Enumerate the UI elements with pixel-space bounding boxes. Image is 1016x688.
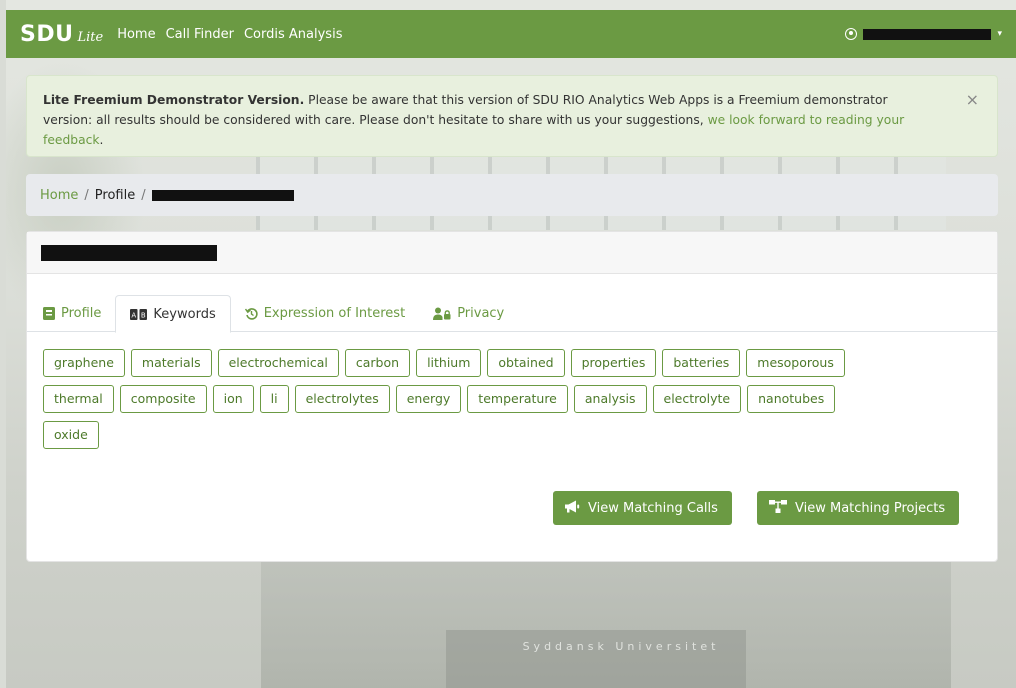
breadcrumb-separator: /	[141, 187, 146, 203]
svg-text:A: A	[132, 311, 137, 319]
tab-expression-of-interest[interactable]: Expression of Interest	[231, 295, 419, 332]
keyword-chip[interactable]: composite	[119, 385, 207, 413]
building-sign: Syddansk Universitet	[522, 640, 720, 653]
tab-label: Keywords	[153, 306, 216, 322]
nav-home[interactable]: Home	[117, 27, 155, 42]
redacted-breadcrumb-name	[151, 189, 294, 201]
keyword-icon: AB	[130, 308, 148, 320]
card-header	[27, 232, 997, 274]
redacted-profile-name	[41, 244, 217, 261]
keyword-chip[interactable]: electrolytes	[294, 385, 390, 413]
redacted-user-name	[863, 28, 992, 40]
view-matching-projects-button[interactable]: View Matching Projects	[757, 491, 959, 525]
navbar: SDU Lite Home Call Finder Cordis Analysi…	[6, 10, 1016, 58]
bullhorn-icon	[565, 500, 580, 517]
tab-profile[interactable]: Profile	[29, 295, 115, 332]
keyword-list: graphene materials electrochemical carbon li…	[43, 349, 943, 457]
keyword-chip[interactable]: oxide	[43, 421, 99, 449]
breadcrumb: Home / Profile /	[26, 174, 998, 216]
keyword-chip[interactable]: lithium	[416, 349, 482, 377]
user-lock-icon	[433, 307, 451, 320]
nav-cordis-analysis[interactable]: Cordis Analysis	[244, 27, 342, 42]
nav-call-finder[interactable]: Call Finder	[166, 27, 234, 42]
close-icon[interactable]: ×	[966, 90, 979, 110]
user-menu[interactable]: ▾	[845, 28, 1002, 40]
brand-subtitle: Lite	[77, 29, 104, 45]
tab-label: Privacy	[457, 306, 505, 321]
brand-name: SDU	[20, 21, 74, 47]
tab-label: Profile	[61, 306, 102, 321]
breadcrumb-profile: Profile	[94, 187, 136, 203]
keyword-chip[interactable]: analysis	[573, 385, 647, 413]
keyword-chip[interactable]: ion	[212, 385, 254, 413]
keyword-chip[interactable]: obtained	[487, 349, 565, 377]
keyword-chip[interactable]: properties	[570, 349, 657, 377]
keyword-chip[interactable]: nanotubes	[747, 385, 836, 413]
keyword-chip[interactable]: thermal	[43, 385, 114, 413]
background-entrance	[446, 630, 746, 688]
freemium-alert: Lite Freemium Demonstrator Version. Plea…	[26, 75, 998, 157]
tab-label: Expression of Interest	[263, 306, 406, 321]
svg-text:B: B	[141, 311, 146, 319]
keyword-chip[interactable]: li	[259, 385, 289, 413]
keyword-chip[interactable]: batteries	[662, 349, 741, 377]
keyword-chip[interactable]: carbon	[344, 349, 411, 377]
tab-privacy[interactable]: Privacy	[419, 295, 518, 332]
breadcrumb-separator: /	[84, 187, 89, 203]
history-icon	[244, 307, 258, 320]
keyword-chip[interactable]: electrochemical	[217, 349, 339, 377]
alert-end: .	[99, 133, 104, 147]
brand-logo[interactable]: SDU Lite	[20, 22, 103, 47]
profile-tabs: Profile AB Keywords Expression of Intere…	[27, 295, 997, 333]
keyword-chip[interactable]: graphene	[43, 349, 125, 377]
breadcrumb-home[interactable]: Home	[40, 188, 78, 203]
user-circle-icon	[845, 28, 858, 40]
keyword-chip[interactable]: energy	[395, 385, 462, 413]
button-label: View Matching Calls	[588, 500, 718, 516]
chevron-down-icon: ▾	[997, 29, 1002, 39]
keyword-chip[interactable]: materials	[130, 349, 212, 377]
alert-title: Lite Freemium Demonstrator Version.	[43, 93, 305, 107]
keyword-chip[interactable]: temperature	[467, 385, 568, 413]
sitemap-icon	[769, 499, 787, 517]
view-matching-calls-button[interactable]: View Matching Calls	[553, 491, 732, 525]
profile-card: Profile AB Keywords Expression of Intere…	[26, 231, 998, 562]
button-label: View Matching Projects	[795, 500, 946, 516]
tab-keywords[interactable]: AB Keywords	[115, 295, 231, 333]
keyword-chip[interactable]: mesoporous	[746, 349, 845, 377]
keyword-chip[interactable]: electrolyte	[652, 385, 742, 413]
id-card-icon	[43, 307, 55, 320]
